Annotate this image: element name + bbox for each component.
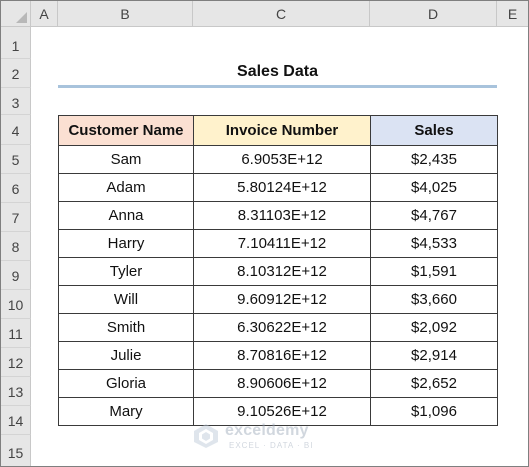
watermark-tagline: EXCEL · DATA · BI xyxy=(229,441,314,450)
row-header-14[interactable]: 14 xyxy=(1,406,31,435)
cell-sales[interactable]: $4,025 xyxy=(370,173,498,202)
row-header-11[interactable]: 11 xyxy=(1,319,31,348)
cell-invoice-number[interactable]: 8.90606E+12 xyxy=(193,369,371,398)
sheet-title[interactable]: Sales Data xyxy=(58,59,497,85)
cell-sales[interactable]: $1,096 xyxy=(370,397,498,426)
row-header-13[interactable]: 13 xyxy=(1,377,31,406)
cell-invoice-number[interactable]: 6.9053E+12 xyxy=(193,145,371,174)
cell-sales[interactable]: $1,591 xyxy=(370,257,498,286)
cell-customer-name[interactable]: Julie xyxy=(58,341,194,370)
exceldemy-logo-icon xyxy=(194,424,218,448)
title-underline xyxy=(58,85,497,88)
cell-sales[interactable]: $2,914 xyxy=(370,341,498,370)
table-row: Julie 8.70816E+12 $2,914 xyxy=(58,341,498,370)
cell-sales[interactable]: $3,660 xyxy=(370,285,498,314)
table-row: Tyler 8.10312E+12 $1,591 xyxy=(58,257,498,286)
cell-invoice-number[interactable]: 5.80124E+12 xyxy=(193,173,371,202)
select-all-corner[interactable] xyxy=(1,1,31,27)
cell-customer-name[interactable]: Tyler xyxy=(58,257,194,286)
row-header-10[interactable]: 10 xyxy=(1,290,31,319)
table-row: Anna 8.31103E+12 $4,767 xyxy=(58,201,498,230)
cell-invoice-number[interactable]: 8.70816E+12 xyxy=(193,341,371,370)
watermark-brand-text: exceldemy xyxy=(225,422,309,439)
column-header-a[interactable]: A xyxy=(31,1,58,27)
column-header-d[interactable]: D xyxy=(370,1,497,27)
cell-customer-name[interactable]: Smith xyxy=(58,313,194,342)
table-row: Smith 6.30622E+12 $2,092 xyxy=(58,313,498,342)
header-invoice-number[interactable]: Invoice Number xyxy=(193,115,371,146)
row-header-7[interactable]: 7 xyxy=(1,203,31,232)
row-header-9[interactable]: 9 xyxy=(1,261,31,290)
cell-invoice-number[interactable]: 8.10312E+12 xyxy=(193,257,371,286)
exceldemy-watermark: exceldemy EXCEL · DATA · BI xyxy=(193,421,343,453)
cell-sales[interactable]: $2,092 xyxy=(370,313,498,342)
cell-invoice-number[interactable]: 9.60912E+12 xyxy=(193,285,371,314)
row-header-15[interactable]: 15 xyxy=(1,435,31,466)
cell-customer-name[interactable]: Harry xyxy=(58,229,194,258)
row-header-4[interactable]: 4 xyxy=(1,115,31,145)
row-header-8[interactable]: 8 xyxy=(1,232,31,261)
row-header-12[interactable]: 12 xyxy=(1,348,31,377)
cell-customer-name[interactable]: Adam xyxy=(58,173,194,202)
cell-invoice-number[interactable]: 8.31103E+12 xyxy=(193,201,371,230)
table-row: Harry 7.10411E+12 $4,533 xyxy=(58,229,498,258)
cell-invoice-number[interactable]: 6.30622E+12 xyxy=(193,313,371,342)
cell-customer-name[interactable]: Gloria xyxy=(58,369,194,398)
cell-customer-name[interactable]: Sam xyxy=(58,145,194,174)
table-row: Adam 5.80124E+12 $4,025 xyxy=(58,173,498,202)
header-sales[interactable]: Sales xyxy=(370,115,498,146)
row-header-2[interactable]: 2 xyxy=(1,59,31,88)
column-header-b[interactable]: B xyxy=(58,1,193,27)
spreadsheet-window: A B C D E 1 2 3 4 5 6 7 8 9 10 11 12 13 … xyxy=(0,0,529,467)
cell-sales[interactable]: $4,767 xyxy=(370,201,498,230)
cell-customer-name[interactable]: Anna xyxy=(58,201,194,230)
cell-sales[interactable]: $2,652 xyxy=(370,369,498,398)
column-header-e[interactable]: E xyxy=(497,1,528,27)
cell-sales[interactable]: $2,435 xyxy=(370,145,498,174)
table-row: Sam 6.9053E+12 $2,435 xyxy=(58,145,498,174)
cell-invoice-number[interactable]: 7.10411E+12 xyxy=(193,229,371,258)
row-header-3[interactable]: 3 xyxy=(1,88,31,115)
table-row: Gloria 8.90606E+12 $2,652 xyxy=(58,369,498,398)
sales-table: Customer Name Invoice Number Sales Sam 6… xyxy=(58,115,498,426)
table-row: Will 9.60912E+12 $3,660 xyxy=(58,285,498,314)
cell-sales[interactable]: $4,533 xyxy=(370,229,498,258)
row-header-6[interactable]: 6 xyxy=(1,174,31,203)
row-header-1[interactable]: 1 xyxy=(1,27,31,59)
header-customer-name[interactable]: Customer Name xyxy=(58,115,194,146)
cell-customer-name[interactable]: Will xyxy=(58,285,194,314)
select-all-triangle-icon xyxy=(16,12,27,23)
cell-customer-name[interactable]: Mary xyxy=(58,397,194,426)
column-header-c[interactable]: C xyxy=(193,1,370,27)
row-header-5[interactable]: 5 xyxy=(1,145,31,174)
